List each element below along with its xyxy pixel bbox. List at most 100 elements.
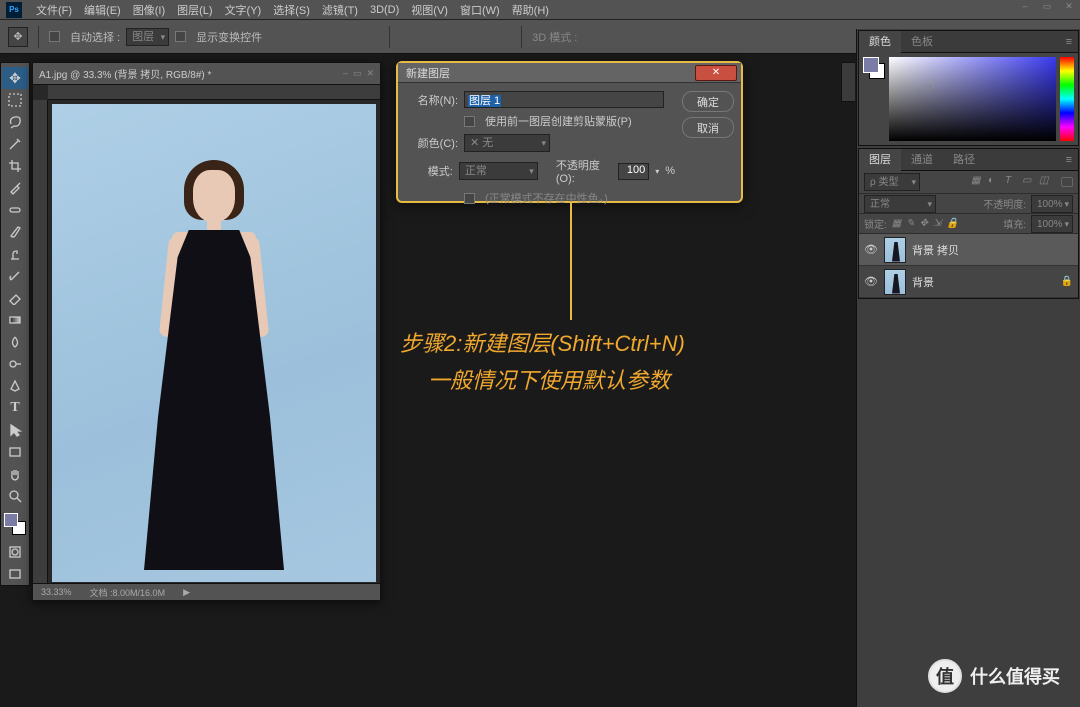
menu-window[interactable]: 窗口(W) (460, 2, 500, 18)
color-field[interactable] (889, 57, 1056, 141)
align-vcenter-icon[interactable] (287, 29, 303, 45)
fill-input[interactable]: 100% (1031, 215, 1073, 233)
ok-button[interactable]: 确定 (682, 91, 734, 112)
filter-pixel-icon[interactable]: ▦ (971, 175, 985, 189)
align-right-icon[interactable] (363, 29, 379, 45)
align-top-icon[interactable] (268, 29, 284, 45)
document-tab-title[interactable]: A1.jpg @ 33.3% (背景 拷贝, RGB/8#) * (39, 66, 211, 81)
marquee-tool[interactable] (2, 89, 28, 111)
crop-tool[interactable] (2, 155, 28, 177)
screenmode-tool[interactable] (2, 563, 28, 585)
layer-name[interactable]: 背景 (912, 274, 934, 290)
menu-help[interactable]: 帮助(H) (512, 2, 549, 18)
lock-pos-icon[interactable]: ✥ (920, 218, 928, 229)
layer-item[interactable]: 👁 背景 🔒 (859, 266, 1078, 298)
path-select-tool[interactable] (2, 419, 28, 441)
layers-menu-icon[interactable]: ≡ (1060, 149, 1078, 171)
layer-name-input[interactable]: 图层 1 (464, 91, 664, 108)
layer-thumb[interactable] (884, 237, 906, 263)
pen-tool[interactable] (2, 375, 28, 397)
menu-layer[interactable]: 图层(L) (177, 2, 212, 18)
tab-swatches[interactable]: 色板 (901, 31, 943, 53)
clip-mask-checkbox[interactable] (464, 116, 475, 127)
3d-pan-icon[interactable] (621, 29, 637, 45)
shape-tool[interactable] (2, 441, 28, 463)
align-hcenter-icon[interactable] (344, 29, 360, 45)
menu-3d[interactable]: 3D(D) (370, 4, 399, 16)
menu-image[interactable]: 图像(I) (133, 2, 165, 18)
tab-paths[interactable]: 路径 (943, 149, 985, 171)
tab-layers[interactable]: 图层 (859, 149, 901, 171)
eraser-tool[interactable] (2, 287, 28, 309)
hue-slider[interactable] (1060, 57, 1074, 141)
win-close-icon[interactable]: ✕ (1058, 0, 1080, 12)
lock-nest-icon[interactable]: ⇲ (933, 218, 941, 229)
show-transform-checkbox[interactable] (175, 31, 186, 42)
type-tool[interactable]: T (2, 397, 28, 419)
quickmask-tool[interactable] (2, 541, 28, 563)
hand-tool[interactable] (2, 463, 28, 485)
filter-type-icon[interactable]: T (1005, 175, 1019, 189)
doc-info-arrow-icon[interactable]: ▶ (183, 587, 190, 598)
align-bottom-icon[interactable] (306, 29, 322, 45)
lasso-tool[interactable] (2, 111, 28, 133)
clone-stamp-tool[interactable] (2, 243, 28, 265)
layer-opacity-input[interactable]: 100% (1031, 195, 1073, 213)
gradient-tool[interactable] (2, 309, 28, 331)
dist-right-icon[interactable] (495, 29, 511, 45)
panel-collapse-strip[interactable] (841, 62, 855, 102)
brush-tool[interactable] (2, 221, 28, 243)
layer-filter-dropdown[interactable]: ρ 类型 (864, 173, 920, 191)
layer-thumb[interactable] (884, 269, 906, 295)
healing-brush-tool[interactable] (2, 199, 28, 221)
eyedropper-tool[interactable] (2, 177, 28, 199)
dist-vcenter-icon[interactable] (419, 29, 435, 45)
visibility-toggle-icon[interactable]: 👁 (864, 275, 878, 288)
cancel-button[interactable]: 取消 (682, 117, 734, 138)
menu-edit[interactable]: 编辑(E) (84, 2, 121, 18)
filter-toggle[interactable] (1061, 177, 1073, 187)
lock-paint-icon[interactable]: ✎ (906, 218, 914, 229)
blend-dropdown[interactable]: 正常 (864, 195, 936, 213)
dialog-close-button[interactable]: ✕ (695, 65, 737, 81)
tab-color[interactable]: 颜色 (859, 31, 901, 53)
document-canvas[interactable] (48, 100, 380, 583)
menu-type[interactable]: 文字(Y) (225, 2, 262, 18)
blend-mode-dropdown[interactable]: 正常 (459, 162, 538, 180)
menu-select[interactable]: 选择(S) (273, 2, 310, 18)
blur-tool[interactable] (2, 331, 28, 353)
dodge-tool[interactable] (2, 353, 28, 375)
win-restore-icon[interactable]: ▭ (1036, 0, 1058, 12)
dist-top-icon[interactable] (400, 29, 416, 45)
tab-channels[interactable]: 通道 (901, 149, 943, 171)
doc-max-icon[interactable]: ▭ (353, 68, 362, 78)
3d-roll-icon[interactable] (602, 29, 618, 45)
lock-all-icon[interactable]: 🔒 (946, 218, 958, 229)
auto-select-target-dropdown[interactable]: 图层 (126, 28, 169, 46)
dist-hcenter-icon[interactable] (476, 29, 492, 45)
align-left-icon[interactable] (325, 29, 341, 45)
3d-zoom-icon[interactable] (659, 29, 675, 45)
layer-name[interactable]: 背景 拷贝 (912, 242, 959, 258)
opacity-input[interactable]: 100 (618, 163, 649, 180)
panel-swatch[interactable] (863, 57, 885, 79)
zoom-level[interactable]: 33.33% (41, 587, 72, 597)
dist-left-icon[interactable] (457, 29, 473, 45)
magic-wand-tool[interactable] (2, 133, 28, 155)
menu-view[interactable]: 视图(V) (411, 2, 448, 18)
zoom-tool[interactable] (2, 485, 28, 507)
visibility-toggle-icon[interactable]: 👁 (864, 243, 878, 256)
menu-file[interactable]: 文件(F) (36, 2, 72, 18)
layer-color-dropdown[interactable]: ✕ 无 (464, 134, 550, 152)
color-swatches[interactable] (4, 513, 26, 535)
doc-close-icon[interactable]: ✕ (366, 68, 374, 78)
3d-slide-icon[interactable] (640, 29, 656, 45)
menu-filter[interactable]: 滤镜(T) (322, 2, 358, 18)
layer-item[interactable]: 👁 背景 拷贝 (859, 234, 1078, 266)
3d-orbit-icon[interactable] (583, 29, 599, 45)
panel-menu-icon[interactable]: ≡ (1060, 31, 1078, 53)
move-tool[interactable]: ✥ (2, 67, 28, 89)
history-brush-tool[interactable] (2, 265, 28, 287)
auto-select-checkbox[interactable] (49, 31, 60, 42)
doc-min-icon[interactable]: – (343, 68, 348, 78)
